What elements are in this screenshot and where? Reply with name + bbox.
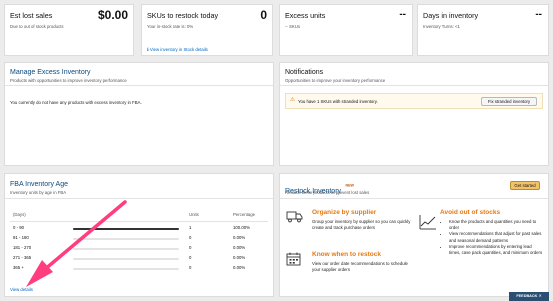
feedback-label: FEEDBACK [516,294,538,298]
feedback-button[interactable]: FEEDBACK ✕ [509,292,549,301]
annotation-arrow [26,200,127,287]
close-icon: ✕ [538,294,542,298]
